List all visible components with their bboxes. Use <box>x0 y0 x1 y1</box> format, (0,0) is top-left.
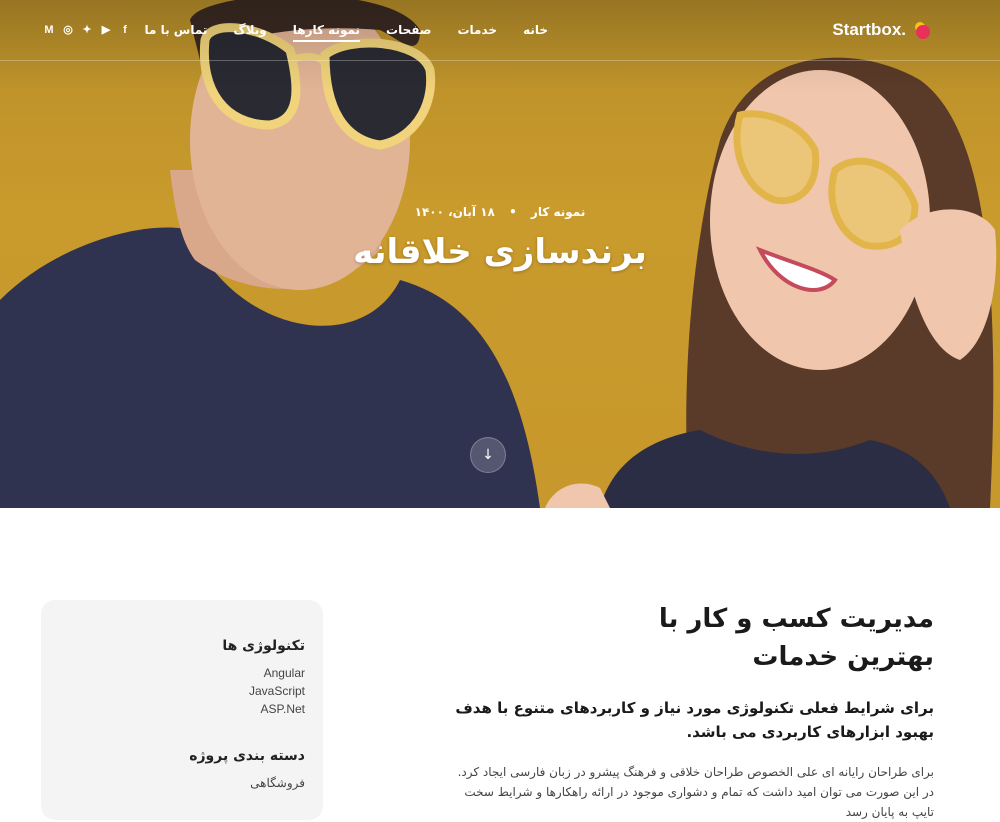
tech-item: Angular <box>263 666 305 680</box>
facebook-icon[interactable]: f <box>120 22 130 38</box>
brand-logo[interactable]: Startbox. <box>832 18 934 42</box>
tech-section: تکنولوژی ها Angular JavaScript ASP.Net <box>222 638 305 718</box>
tech-item: ASP.Net <box>260 702 305 716</box>
content-title: مدیریت کسب و کار با بهترین خدمات <box>454 600 934 676</box>
medium-icon[interactable]: M <box>44 22 54 38</box>
category-section: دسته بندی پروژه فروشگاهی <box>189 748 305 792</box>
nav-item-contact[interactable]: تماس با ما <box>144 23 207 37</box>
project-content: مدیریت کسب و کار با بهترین خدمات برای شر… <box>454 600 934 822</box>
main-nav: خانه خدمات صفحات نمونه کارها وبلاگ تماس … <box>144 20 548 42</box>
youtube-icon[interactable]: ▶ <box>101 22 111 38</box>
nav-item-portfolio[interactable]: نمونه کارها <box>292 23 361 42</box>
arrow-down-icon: ↓ <box>482 447 494 463</box>
content-lead: برای شرایط فعلی تکنولوژی مورد نیاز و کار… <box>455 699 934 741</box>
content-title-line: بهترین خدمات <box>752 642 934 672</box>
brand-name: Startbox. <box>832 20 906 39</box>
meta-separator: • <box>509 205 517 219</box>
content-title-line: مدیریت کسب و کار با <box>658 604 934 634</box>
hero-category[interactable]: نمونه کار <box>531 205 585 219</box>
project-info-card: تکنولوژی ها Angular JavaScript ASP.Net د… <box>41 600 323 820</box>
tech-item: JavaScript <box>248 684 305 698</box>
top-navbar: Startbox. خانه خدمات صفحات نمونه کارها و… <box>0 0 1000 61</box>
scroll-down-button[interactable]: ↓ <box>470 437 506 473</box>
nav-item-home[interactable]: خانه <box>523 23 548 37</box>
instagram-icon[interactable]: ◎ <box>63 22 73 38</box>
logo-mark-icon <box>915 22 930 39</box>
nav-item-blog[interactable]: وبلاگ <box>233 23 266 37</box>
hero-banner: Startbox. خانه خدمات صفحات نمونه کارها و… <box>0 0 1000 508</box>
twitter-icon[interactable]: ✦ <box>82 22 92 38</box>
social-links: M ◎ ✦ ▶ f <box>44 22 130 38</box>
tech-heading: تکنولوژی ها <box>222 638 305 654</box>
nav-item-pages[interactable]: صفحات <box>386 23 431 37</box>
category-heading: دسته بندی پروژه <box>189 748 305 764</box>
hero-title: برندسازی خلاقانه <box>353 232 647 272</box>
hero-meta: نمونه کار • ۱۸ آبان، ۱۴۰۰ <box>380 205 620 219</box>
content-body: برای طراحان رایانه ای علی الخصوص طراحان … <box>457 765 934 819</box>
hero-date: ۱۸ آبان، ۱۴۰۰ <box>414 205 495 219</box>
nav-item-services[interactable]: خدمات <box>457 23 497 37</box>
category-item[interactable]: فروشگاهی <box>189 774 305 792</box>
